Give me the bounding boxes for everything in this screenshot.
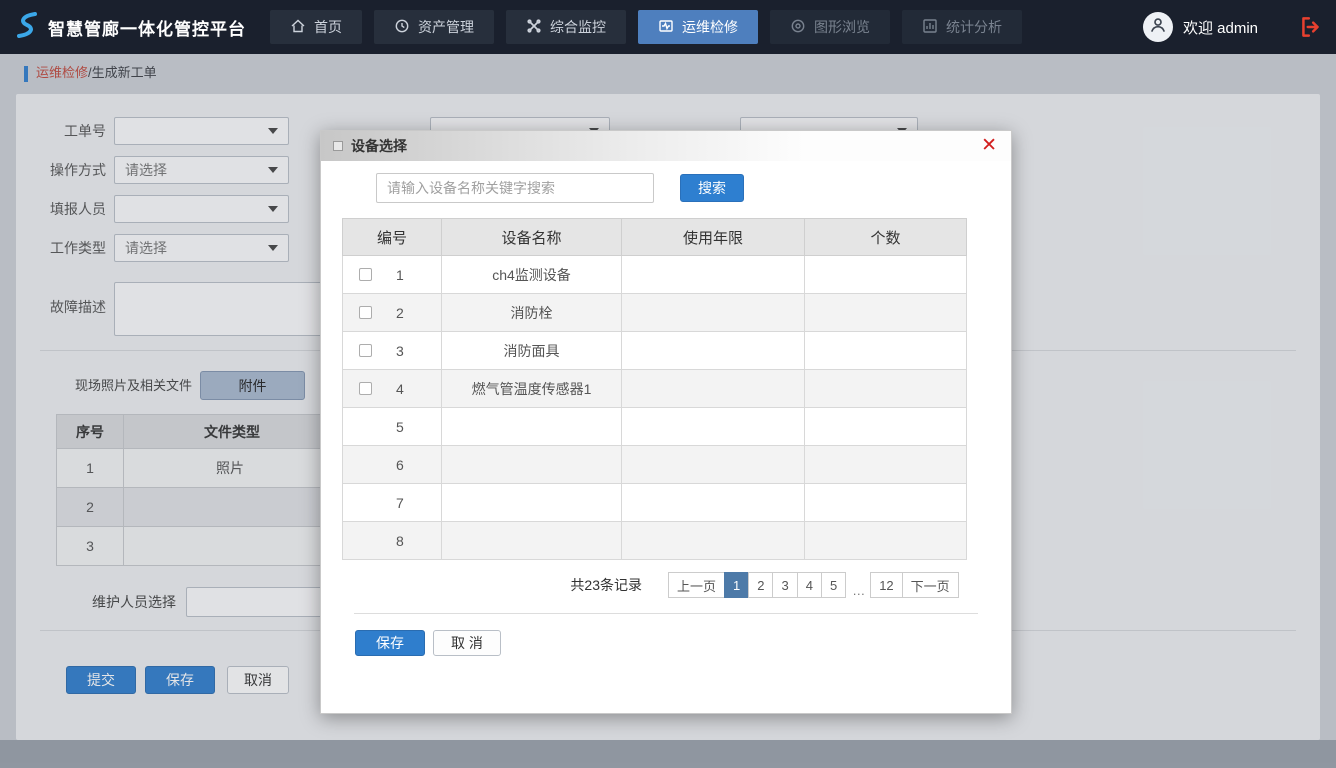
table-row[interactable]: 6 <box>343 446 967 484</box>
device-search-input[interactable] <box>376 173 654 203</box>
nav-label: 资产管理 <box>418 17 474 37</box>
nav-item-statistics[interactable]: 统计分析 <box>902 10 1022 44</box>
dialog-divider <box>354 613 978 614</box>
dialog-title: 设备选择 <box>351 136 407 156</box>
page-ellipsis: … <box>846 572 871 598</box>
navbar-right: 欢迎 admin <box>1143 0 1324 54</box>
device-select-dialog: 设备选择 ✕ 搜索 编号 设备名称 使用年限 个数 1 ch4监测设备 2 消防… <box>320 130 1012 714</box>
row-checkbox[interactable] <box>359 344 372 357</box>
row-checkbox[interactable] <box>359 306 372 319</box>
dialog-save-button[interactable]: 保存 <box>355 630 425 656</box>
avatar[interactable] <box>1143 12 1173 42</box>
page-button-12[interactable]: 12 <box>870 572 902 598</box>
page-button-4[interactable]: 4 <box>797 572 822 598</box>
welcome-text: 欢迎 admin <box>1183 17 1258 38</box>
user-icon <box>1148 15 1168 40</box>
table-row[interactable]: 7 <box>343 484 967 522</box>
search-button[interactable]: 搜索 <box>680 174 744 202</box>
top-navbar: 智慧管廊一体化管控平台 首页 资产管理 综合监控 运维检修 图形浏览 统计分析 <box>0 0 1336 54</box>
row-checkbox[interactable] <box>359 382 372 395</box>
pagination: 上一页 1 2 3 4 5 … 12 下一页 <box>669 572 959 598</box>
page-prev-button[interactable]: 上一页 <box>668 572 725 598</box>
app-title: 智慧管廊一体化管控平台 <box>48 15 246 40</box>
row-checkbox[interactable] <box>359 268 372 281</box>
page-button-2[interactable]: 2 <box>748 572 773 598</box>
monitor-icon <box>526 18 542 37</box>
col-count: 个数 <box>805 219 967 256</box>
home-icon <box>290 18 306 37</box>
logout-icon[interactable] <box>1298 14 1324 40</box>
device-table: 编号 设备名称 使用年限 个数 1 ch4监测设备 2 消防栓 3 消防面具 4… <box>342 218 967 560</box>
table-row[interactable]: 2 消防栓 <box>343 294 967 332</box>
nav-item-graphics[interactable]: 图形浏览 <box>770 10 890 44</box>
device-table-header: 编号 设备名称 使用年限 个数 <box>343 219 967 256</box>
nav-label: 首页 <box>314 17 342 37</box>
asset-icon <box>394 18 410 37</box>
table-row[interactable]: 3 消防面具 <box>343 332 967 370</box>
page-next-button[interactable]: 下一页 <box>902 572 959 598</box>
maintenance-icon <box>658 18 674 37</box>
nav-item-assets[interactable]: 资产管理 <box>374 10 494 44</box>
nav-item-monitoring[interactable]: 综合监控 <box>506 10 626 44</box>
table-row[interactable]: 4 燃气管温度传感器1 <box>343 370 967 408</box>
table-row[interactable]: 1 ch4监测设备 <box>343 256 967 294</box>
page-button-1[interactable]: 1 <box>724 572 749 598</box>
main-nav: 首页 资产管理 综合监控 运维检修 图形浏览 统计分析 <box>270 10 1022 44</box>
nav-label: 统计分析 <box>946 17 1002 37</box>
dialog-icon <box>333 141 343 151</box>
graphics-icon <box>790 18 806 37</box>
col-number: 编号 <box>343 219 442 256</box>
close-icon[interactable]: ✕ <box>981 136 997 156</box>
nav-label: 图形浏览 <box>814 17 870 37</box>
page-button-3[interactable]: 3 <box>772 572 797 598</box>
dialog-cancel-button[interactable]: 取 消 <box>433 630 501 656</box>
record-count: 共23条记录 <box>570 572 642 598</box>
nav-item-home[interactable]: 首页 <box>270 10 362 44</box>
page-button-5[interactable]: 5 <box>821 572 846 598</box>
table-row[interactable]: 8 <box>343 522 967 560</box>
table-row[interactable]: 5 <box>343 408 967 446</box>
nav-label: 运维检修 <box>682 17 738 37</box>
dialog-titlebar: 设备选择 <box>321 131 1011 161</box>
col-service-years: 使用年限 <box>622 219 805 256</box>
brand: 智慧管廊一体化管控平台 <box>14 0 246 54</box>
nav-label: 综合监控 <box>550 17 606 37</box>
logo-icon <box>14 10 40 45</box>
col-device-name: 设备名称 <box>442 219 622 256</box>
stats-icon <box>922 18 938 37</box>
nav-item-maintenance[interactable]: 运维检修 <box>638 10 758 44</box>
